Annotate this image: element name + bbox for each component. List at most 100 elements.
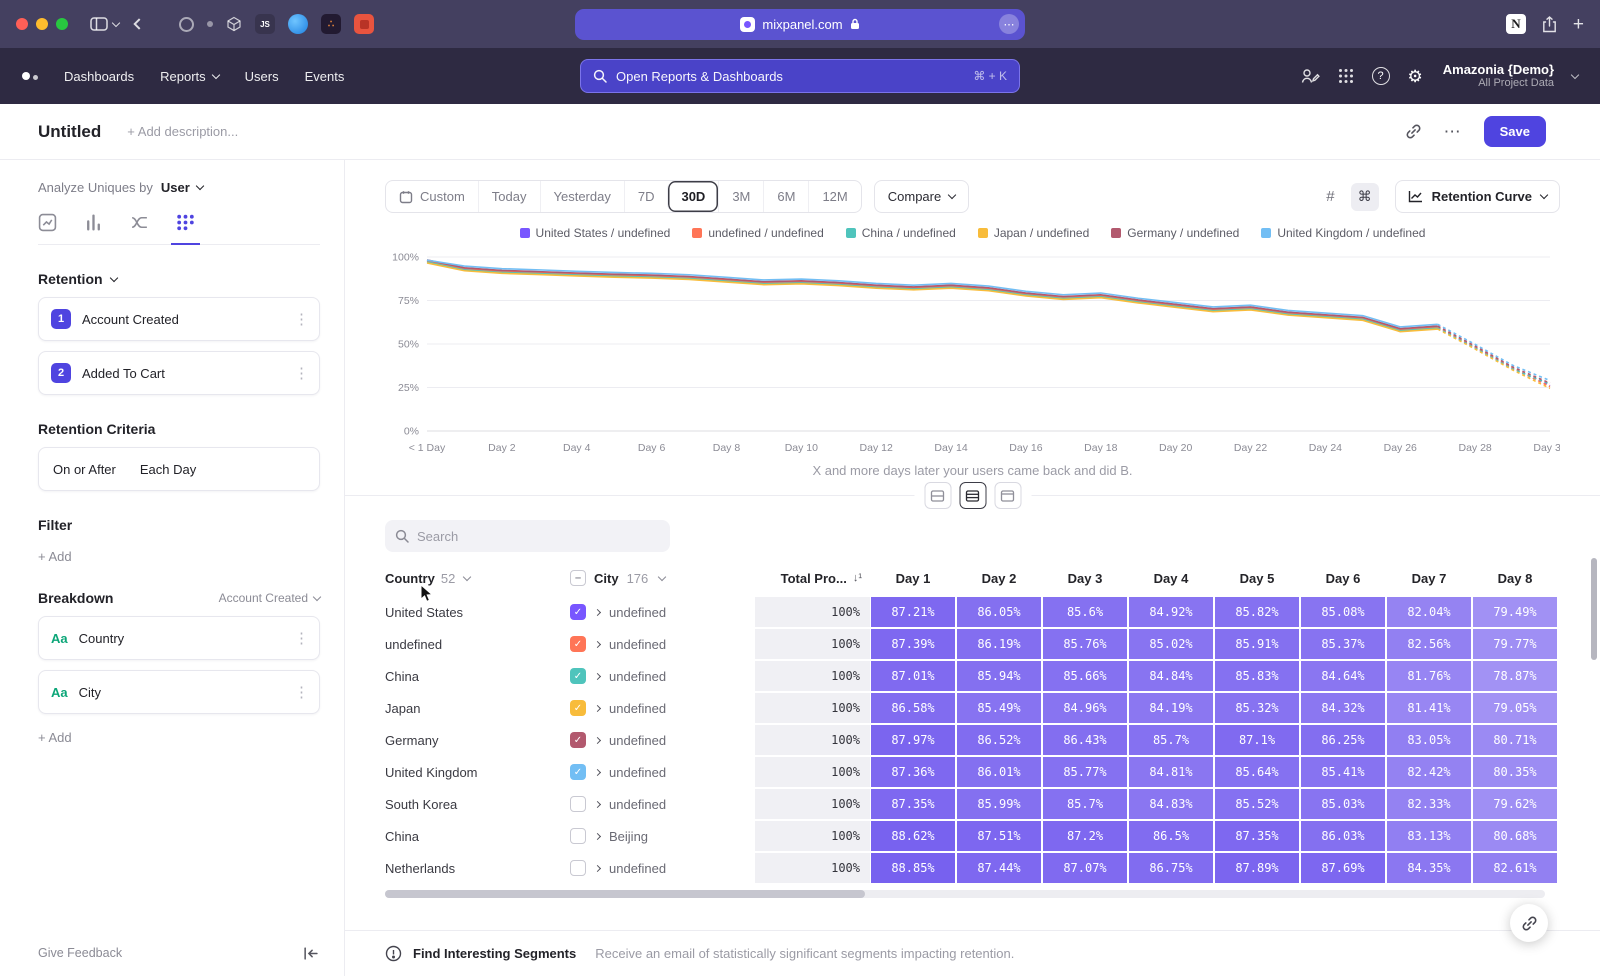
retention-value-cell[interactable]: 85.94% (957, 661, 1041, 691)
more-options-button[interactable]: ⋯ (1444, 122, 1462, 142)
site-options-button[interactable]: ⋯ (999, 14, 1019, 34)
series-line-projected[interactable] (1438, 326, 1550, 383)
retention-value-cell[interactable]: 82.04% (1387, 597, 1471, 627)
column-header-day[interactable]: Day 8 (1472, 571, 1558, 586)
mixpanel-logo[interactable] (22, 72, 38, 80)
legend-item[interactable]: China / undefined (846, 225, 956, 241)
retention-value-cell[interactable]: 79.49% (1473, 597, 1557, 627)
table-search-input[interactable]: Search (385, 520, 670, 552)
chevron-right-icon[interactable] (594, 832, 601, 839)
retention-value-cell[interactable]: 85.02% (1129, 629, 1213, 659)
range-yesterday[interactable]: Yesterday (540, 181, 624, 212)
retention-value-cell[interactable]: 85.41% (1301, 757, 1385, 787)
retention-value-cell[interactable]: 81.76% (1387, 661, 1471, 691)
retention-value-cell[interactable]: 85.77% (1043, 757, 1127, 787)
row-checkbox[interactable] (570, 860, 586, 876)
retention-value-cell[interactable]: 87.39% (871, 629, 955, 659)
column-header-city[interactable]: – City 176 (570, 570, 755, 586)
address-bar[interactable]: mixpanel.com ⋯ (575, 9, 1025, 40)
close-window-button[interactable] (16, 18, 28, 30)
column-header-day[interactable]: Day 2 (956, 571, 1042, 586)
retention-value-cell[interactable]: 87.97% (871, 725, 955, 755)
retention-value-cell[interactable]: 88.85% (871, 853, 955, 883)
retention-value-cell[interactable]: 85.64% (1215, 757, 1299, 787)
legend-item[interactable]: United States / undefined (520, 225, 671, 241)
analyze-entity-dropdown[interactable]: User (161, 180, 203, 195)
horizontal-scrollbar-thumb[interactable] (385, 890, 865, 898)
tab-insights[interactable] (38, 213, 57, 232)
collapse-sidebar-icon[interactable] (303, 947, 318, 960)
retention-section-heading[interactable]: Retention (38, 271, 320, 287)
legend-item[interactable]: Japan / undefined (978, 225, 1089, 241)
retention-value-cell[interactable]: 80.71% (1473, 725, 1557, 755)
kebab-menu-icon[interactable]: ⋮ (294, 629, 309, 647)
retention-value-cell[interactable]: 84.81% (1129, 757, 1213, 787)
help-icon[interactable]: ? (1372, 67, 1390, 85)
retention-value-cell[interactable]: 87.35% (1215, 821, 1299, 851)
row-checkbox[interactable]: ✓ (570, 764, 586, 780)
retention-value-cell[interactable]: 84.92% (1129, 597, 1213, 627)
data-admin-icon[interactable] (1301, 68, 1320, 85)
compare-button[interactable]: Compare (874, 180, 969, 213)
column-header-day[interactable]: Day 7 (1386, 571, 1472, 586)
retention-value-cell[interactable]: 88.62% (871, 821, 955, 851)
chart-type-dropdown[interactable]: Retention Curve (1395, 180, 1560, 213)
series-line[interactable] (427, 260, 1438, 327)
retention-value-cell[interactable]: 84.84% (1129, 661, 1213, 691)
retention-value-cell[interactable]: 85.32% (1215, 693, 1299, 723)
tab-flows[interactable] (130, 213, 149, 232)
column-header-country[interactable]: Country 52 (385, 571, 570, 586)
retention-value-cell[interactable]: 78.87% (1473, 661, 1557, 691)
retention-value-cell[interactable]: 86.01% (957, 757, 1041, 787)
chevron-right-icon[interactable] (594, 672, 601, 679)
range-6m[interactable]: 6M (763, 181, 808, 212)
retention-value-cell[interactable]: 86.25% (1301, 725, 1385, 755)
density-default-button[interactable] (959, 482, 986, 509)
retention-value-cell[interactable]: 86.75% (1129, 853, 1213, 883)
safari-extension-icon[interactable] (288, 14, 308, 34)
retention-value-cell[interactable]: 87.44% (957, 853, 1041, 883)
retention-value-cell[interactable]: 85.6% (1043, 597, 1127, 627)
range-30d[interactable]: 30D (667, 181, 718, 212)
retention-value-cell[interactable]: 87.89% (1215, 853, 1299, 883)
retention-value-cell[interactable]: 79.05% (1473, 693, 1557, 723)
retention-value-cell[interactable]: 85.08% (1301, 597, 1385, 627)
retention-value-cell[interactable]: 85.76% (1043, 629, 1127, 659)
retention-value-cell[interactable]: 87.36% (871, 757, 955, 787)
retention-value-cell[interactable]: 82.33% (1387, 789, 1471, 819)
retention-value-cell[interactable]: 83.13% (1387, 821, 1471, 851)
retention-value-cell[interactable]: 85.83% (1215, 661, 1299, 691)
retention-value-cell[interactable]: 87.07% (1043, 853, 1127, 883)
nav-item-reports[interactable]: Reports (160, 69, 219, 84)
retention-value-cell[interactable]: 83.05% (1387, 725, 1471, 755)
chevron-right-icon[interactable] (594, 864, 601, 871)
kebab-menu-icon[interactable]: ⋮ (294, 683, 309, 701)
retention-value-cell[interactable]: 87.69% (1301, 853, 1385, 883)
retention-value-cell[interactable]: 85.52% (1215, 789, 1299, 819)
zoom-window-button[interactable] (56, 18, 68, 30)
retention-value-cell[interactable]: 84.83% (1129, 789, 1213, 819)
density-expanded-button[interactable] (994, 482, 1021, 509)
row-checkbox[interactable]: ✓ (570, 732, 586, 748)
column-header-day[interactable]: Day 4 (1128, 571, 1214, 586)
retention-value-cell[interactable]: 87.51% (957, 821, 1041, 851)
retention-value-cell[interactable]: 79.77% (1473, 629, 1557, 659)
retention-value-cell[interactable]: 86.19% (957, 629, 1041, 659)
row-checkbox[interactable]: ✓ (570, 668, 586, 684)
range-today[interactable]: Today (478, 181, 540, 212)
cube-extension-icon[interactable] (226, 16, 242, 32)
retention-value-cell[interactable]: 87.01% (871, 661, 955, 691)
retention-value-cell[interactable]: 86.43% (1043, 725, 1127, 755)
retention-value-cell[interactable]: 86.03% (1301, 821, 1385, 851)
mixpanel-extension-icon[interactable]: ∴ (321, 14, 341, 34)
breakdown-card[interactable]: AaCountry⋮ (38, 616, 320, 660)
copy-link-button[interactable] (1405, 123, 1422, 140)
column-header-day[interactable]: Day 6 (1300, 571, 1386, 586)
retention-value-cell[interactable]: 84.32% (1301, 693, 1385, 723)
nav-item-dashboards[interactable]: Dashboards (64, 69, 134, 84)
legend-item[interactable]: Germany / undefined (1111, 225, 1239, 241)
save-button[interactable]: Save (1484, 116, 1546, 147)
chevron-right-icon[interactable] (594, 608, 601, 615)
timer-extension-icon[interactable] (179, 17, 194, 32)
vertical-scrollbar-thumb[interactable] (1591, 558, 1597, 660)
